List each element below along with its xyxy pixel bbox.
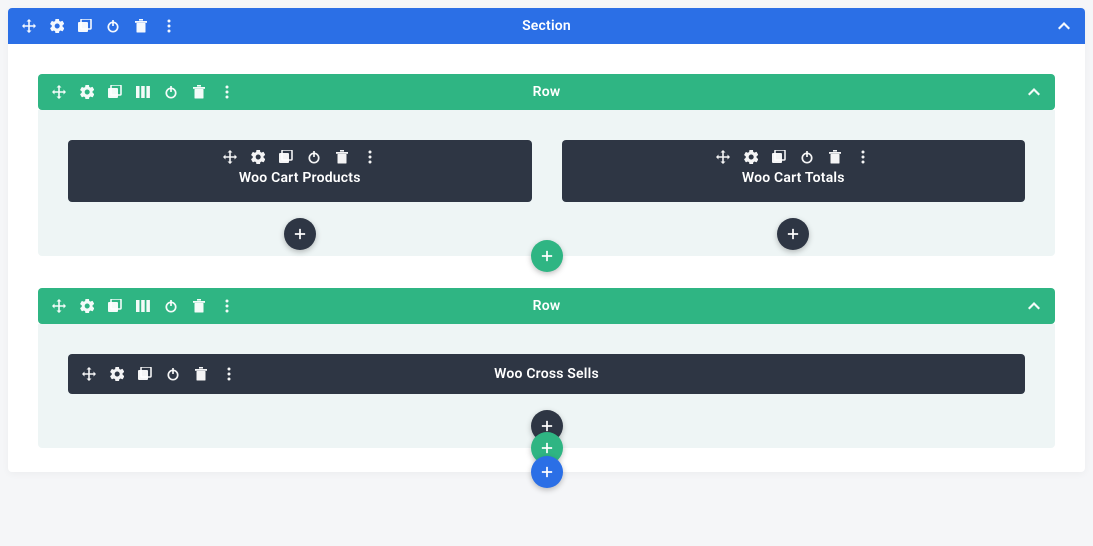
more-icon[interactable] <box>363 150 377 164</box>
row: Row Woo Cross Sells <box>38 288 1055 448</box>
power-icon[interactable] <box>800 150 814 164</box>
more-icon[interactable] <box>222 367 236 381</box>
column: Woo Cart Totals <box>562 140 1026 250</box>
row-toolbar <box>52 299 234 313</box>
move-icon[interactable] <box>52 299 66 313</box>
chevron-up-icon[interactable] <box>1057 19 1071 33</box>
settings-icon[interactable] <box>80 85 94 99</box>
move-icon[interactable] <box>716 150 730 164</box>
move-icon[interactable] <box>52 85 66 99</box>
settings-icon[interactable] <box>744 150 758 164</box>
move-icon[interactable] <box>223 150 237 164</box>
duplicate-icon[interactable] <box>279 150 293 164</box>
delete-icon[interactable] <box>335 150 349 164</box>
duplicate-icon[interactable] <box>108 85 122 99</box>
section-header: Section <box>8 8 1085 44</box>
more-icon[interactable] <box>162 19 176 33</box>
settings-icon[interactable] <box>80 299 94 313</box>
power-icon[interactable] <box>106 19 120 33</box>
duplicate-icon[interactable] <box>772 150 786 164</box>
row-body: Woo Cross Sells <box>38 324 1055 448</box>
module-title: Woo Cart Totals <box>742 170 845 190</box>
more-icon[interactable] <box>856 150 870 164</box>
duplicate-icon[interactable] <box>108 299 122 313</box>
delete-icon[interactable] <box>828 150 842 164</box>
power-icon[interactable] <box>164 85 178 99</box>
more-icon[interactable] <box>220 299 234 313</box>
add-module-button[interactable] <box>777 218 809 250</box>
more-icon[interactable] <box>220 85 234 99</box>
settings-icon[interactable] <box>251 150 265 164</box>
module-toolbar <box>223 150 377 164</box>
add-row-button[interactable] <box>531 240 563 272</box>
move-icon[interactable] <box>22 19 36 33</box>
section: Section Row <box>8 8 1085 472</box>
row-header: Row <box>38 288 1055 324</box>
columns-icon[interactable] <box>136 299 150 313</box>
row-body: Woo Cart Products Woo <box>38 110 1055 256</box>
delete-icon[interactable] <box>192 85 206 99</box>
section-title: Section <box>22 18 1071 34</box>
power-icon[interactable] <box>166 367 180 381</box>
add-section-button[interactable] <box>531 456 563 488</box>
columns-icon[interactable] <box>136 85 150 99</box>
column: Woo Cross Sells <box>68 354 1025 442</box>
delete-icon[interactable] <box>192 299 206 313</box>
delete-icon[interactable] <box>194 367 208 381</box>
power-icon[interactable] <box>307 150 321 164</box>
module-toolbar <box>716 150 870 164</box>
delete-icon[interactable] <box>134 19 148 33</box>
column: Woo Cart Products <box>68 140 532 250</box>
duplicate-icon[interactable] <box>78 19 92 33</box>
row: Row Woo Cart Products <box>38 74 1055 256</box>
module-title: Woo Cart Products <box>239 170 361 190</box>
module[interactable]: Woo Cart Products <box>68 140 532 202</box>
row-header: Row <box>38 74 1055 110</box>
add-module-button[interactable] <box>284 218 316 250</box>
row-toolbar <box>52 85 234 99</box>
section-toolbar <box>22 19 176 33</box>
module[interactable]: Woo Cart Totals <box>562 140 1026 202</box>
duplicate-icon[interactable] <box>138 367 152 381</box>
power-icon[interactable] <box>164 299 178 313</box>
settings-icon[interactable] <box>110 367 124 381</box>
chevron-up-icon[interactable] <box>1027 85 1041 99</box>
settings-icon[interactable] <box>50 19 64 33</box>
module[interactable]: Woo Cross Sells <box>68 354 1025 394</box>
module-toolbar <box>82 367 236 381</box>
chevron-up-icon[interactable] <box>1027 299 1041 313</box>
move-icon[interactable] <box>82 367 96 381</box>
